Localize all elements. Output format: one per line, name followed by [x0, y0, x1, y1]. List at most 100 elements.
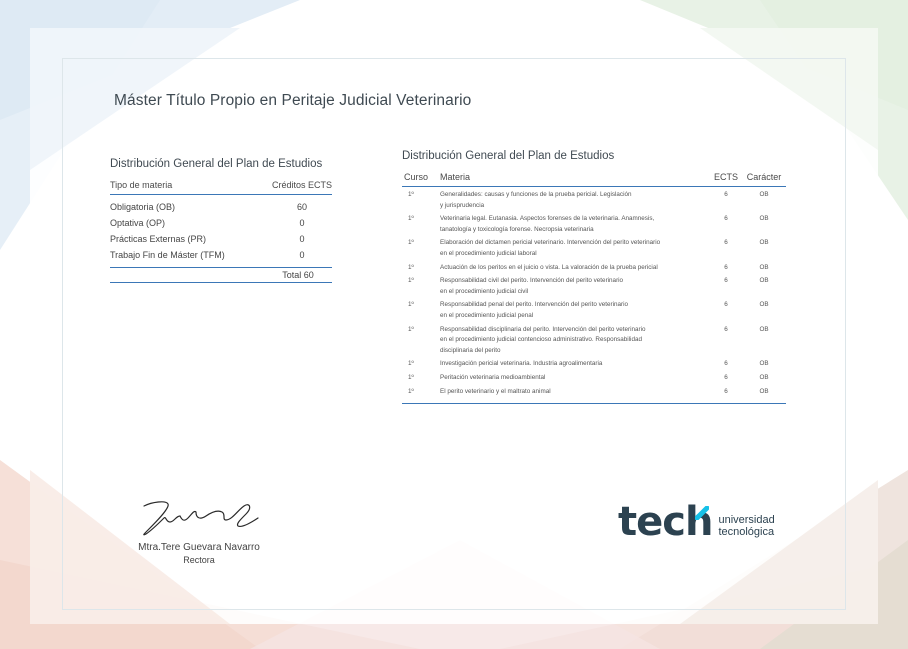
detail-header-caracter: Carácter	[746, 172, 782, 182]
detail-title: Distribución General del Plan de Estudio…	[402, 150, 615, 162]
detail-row-materia-line: en el procedimiento judicial civil	[440, 287, 529, 295]
tech-logo: tech universidad tecnológica	[618, 500, 775, 544]
detail-row-curso: 1º	[408, 373, 414, 381]
detail-row-materia-line: Generalidades: causas y funciones de la …	[440, 191, 632, 198]
detail-row-caracter: OB	[759, 325, 769, 333]
detail-row-materia-line: en el procedimiento judicial contencioso…	[440, 336, 642, 344]
detail-row-materia: Actuación de los peritos en el juicio o …	[440, 263, 710, 274]
detail-row-curso: 1º	[408, 263, 414, 271]
detail-row-ects: 6	[724, 239, 728, 247]
detail-bottom-rule	[402, 403, 786, 405]
summary-header: Tipo de materia Créditos ECTS	[110, 180, 332, 195]
signature-block: Mtra.Tere Guevara Navarro Rectora	[114, 496, 284, 565]
detail-row-caracter: OB	[759, 373, 769, 381]
detail-rows: 1º Generalidades: causas y funciones de l…	[402, 187, 786, 397]
detail-row-ects: 6	[724, 360, 728, 368]
detail-row-curso: 1º	[408, 301, 414, 309]
detail-row-caracter: OB	[759, 215, 769, 223]
logo-line1: universidad	[718, 514, 775, 526]
detail-row-materia-line: Responsabilidad disciplinaria del perito…	[440, 325, 646, 333]
detail-row-caracter: OB	[759, 263, 769, 271]
summary-row-type: Optativa (OP)	[110, 218, 166, 228]
detail-row-materia-line: y jurisprudencia	[440, 201, 485, 209]
summary-row-credits: 0	[299, 250, 305, 260]
detail-row-materia-line: en el procedimiento judicial penal	[440, 311, 534, 319]
detail-row-curso: 1º	[408, 215, 414, 223]
detail-row-curso: 1º	[408, 387, 414, 395]
summary-row: Optativa (OP) 0	[110, 215, 332, 231]
summary-row-type: Trabajo Fin de Máster (TFM)	[110, 250, 225, 260]
detail-row-ects: 6	[724, 373, 728, 381]
summary-header-credits: Créditos ECTS	[271, 180, 332, 190]
logo-line2: tecnológica	[718, 526, 775, 538]
detail-row-caracter: OB	[759, 277, 769, 285]
detail-row-curso: 1º	[408, 191, 414, 198]
detail-row-curso: 1º	[408, 360, 414, 368]
signer-name: Mtra.Tere Guevara Navarro	[138, 542, 260, 553]
detail-row-materia-line: El perito veterinario y el maltrato anim…	[440, 387, 551, 395]
summary-row: Obligatoria (OB) 60	[110, 199, 332, 215]
logo-subtitle: universidad tecnológica	[718, 514, 774, 538]
detail-row-materia: Elaboración del dictamen pericial veteri…	[440, 238, 710, 259]
detail-row-materia-line: Veterinaria legal. Eutanasia. Aspectos f…	[440, 215, 655, 223]
summary-total-value: Total 60	[282, 270, 314, 280]
detail-row-materia: Peritación veterinaria medioambiental	[440, 373, 710, 384]
detail-row-curso: 1º	[408, 277, 414, 285]
detail-row-materia: Responsabilidad civil del perito. Interv…	[440, 276, 710, 297]
detail-row-ects: 6	[724, 277, 728, 285]
detail-row-materia-line: tanatología y toxicología forense. Necro…	[440, 225, 594, 233]
detail-row-materia-line: Peritación veterinaria medioambiental	[440, 373, 546, 381]
detail-row: 1º Responsabilidad civil del perito. Inte…	[402, 276, 786, 297]
detail-row-materia-line: Investigación pericial veterinaria. Indu…	[440, 360, 603, 368]
detail-row-ects: 6	[724, 387, 728, 395]
detail-row: 1º Actuación de los peritos en el juicio …	[402, 263, 786, 274]
detail-row-materia-line: Actuación de los peritos en el juicio o …	[440, 263, 658, 271]
summary-total: Total 60	[110, 267, 332, 283]
detail-row-materia-line: Elaboración del dictamen pericial veteri…	[440, 239, 661, 247]
detail-row-caracter: OB	[759, 191, 769, 198]
detail-row: 1º Peritación veterinaria medioambiental 6…	[402, 373, 786, 384]
detail-row: 1º Investigación pericial veterinaria. In…	[402, 359, 786, 370]
detail-row-materia-line: en el procedimiento judicial laboral	[440, 249, 537, 257]
detail-header-ects: ECTS	[713, 172, 738, 182]
logo-wordmark-prefix: tec	[618, 499, 686, 545]
detail-row-caracter: OB	[759, 239, 769, 247]
detail-header: Curso Materia ECTS Carácter	[402, 172, 786, 187]
page-title: Máster Título Propio en Peritaje Judicia…	[114, 92, 472, 109]
summary-rows: Obligatoria (OB) 60 Optativa (OP) 0 Práctica…	[110, 195, 332, 263]
detail-row-curso: 1º	[408, 239, 414, 247]
signature-image	[143, 501, 259, 536]
summary-row: Trabajo Fin de Máster (TFM) 0	[110, 247, 332, 263]
detail-row-curso: 1º	[408, 325, 414, 333]
detail-row-ects: 6	[724, 215, 728, 223]
detail-row: 1º Responsabilidad penal del perito. Inte…	[402, 300, 786, 321]
summary-row-type: Prácticas Externas (PR)	[110, 234, 207, 244]
detail-row-materia-line: Responsabilidad civil del perito. Interv…	[440, 277, 624, 285]
summary-row-type: Obligatoria (OB)	[110, 202, 176, 212]
logo-accent-icon	[694, 506, 709, 520]
summary-row: Prácticas Externas (PR) 0	[110, 231, 332, 247]
detail-row-caracter: OB	[759, 301, 769, 309]
signer-role: Rectora	[183, 555, 215, 565]
detail-row: 1º Veterinaria legal. Eutanasia. Aspectos…	[402, 214, 786, 235]
summary-row-credits: 0	[299, 234, 305, 244]
summary-header-type: Tipo de materia	[110, 180, 173, 190]
detail-row: 1º El perito veterinario y el maltrato an…	[402, 387, 786, 398]
logo-h: h	[685, 500, 714, 544]
detail-row-materia-line: disciplinaria del perito	[440, 346, 501, 354]
detail-row-materia: El perito veterinario y el maltrato anim…	[440, 387, 710, 398]
detail-row-materia: Responsabilidad disciplinaria del perito…	[440, 325, 710, 357]
summary-title: Distribución General del Plan de Estudio…	[110, 158, 323, 170]
detail-row: 1º Generalidades: causas y funciones de l…	[402, 190, 786, 211]
summary-table: Distribución General del Plan de Estudio…	[110, 158, 332, 283]
logo-wordmark: tech	[618, 499, 714, 545]
detail-row-ects: 6	[724, 191, 728, 198]
detail-row-ects: 6	[724, 263, 728, 271]
detail-row-materia: Veterinaria legal. Eutanasia. Aspectos f…	[440, 214, 710, 235]
detail-row-materia: Responsabilidad penal del perito. Interv…	[440, 300, 710, 321]
detail-row: 1º Responsabilidad disciplinaria del peri…	[402, 325, 786, 357]
detail-row-materia: Generalidades: causas y funciones de la …	[440, 190, 710, 211]
detail-row-caracter: OB	[759, 360, 769, 368]
detail-table: Distribución General del Plan de Estudio…	[402, 150, 786, 405]
detail-row-materia-line: Responsabilidad penal del perito. Interv…	[440, 301, 628, 309]
